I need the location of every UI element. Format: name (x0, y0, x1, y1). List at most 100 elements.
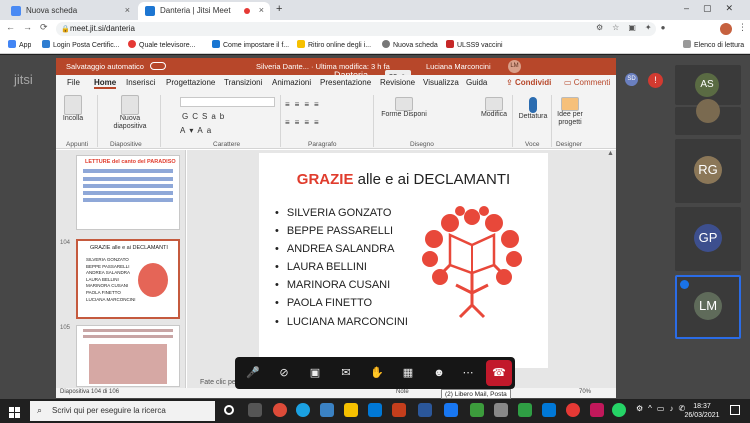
word-icon[interactable] (418, 403, 432, 417)
apps-grid-icon (8, 40, 16, 48)
chrome-taskbar-icon[interactable] (273, 403, 287, 417)
font-format-buttons[interactable]: GCSab (182, 112, 228, 121)
bookmark-item[interactable]: Come impostare il f... (212, 40, 292, 49)
windows-logo-icon (9, 407, 20, 418)
slide-thumbnail[interactable] (76, 325, 180, 387)
reading-list-button[interactable]: Elenco di lettura (683, 40, 749, 49)
close-tab-icon[interactable]: × (125, 5, 130, 15)
close-tab-icon[interactable]: × (259, 5, 264, 15)
facebook-icon[interactable] (444, 403, 458, 417)
chrome-menu-icon[interactable]: ⋮ (738, 22, 747, 33)
slide-list-item: PAOLA FINETTO (275, 297, 372, 309)
tab-inserisci[interactable]: Inserisci (126, 78, 155, 87)
microphone-button[interactable]: 🎤 (240, 360, 266, 386)
heart-icon (128, 40, 136, 48)
powerpoint-icon[interactable] (392, 403, 406, 417)
bookmark-item[interactable]: ULSS9 vaccini (446, 40, 506, 49)
more-options-button[interactable]: ⋯ (455, 360, 481, 386)
bookmark-item[interactable]: Ritiro online degli i... (297, 40, 377, 49)
scroll-up-icon[interactable]: ▲ (607, 150, 614, 157)
slide-counter: Diapositiva 104 di 106 (60, 389, 120, 395)
mail-icon[interactable] (368, 403, 382, 417)
folder-icon[interactable] (344, 403, 358, 417)
profile-avatar[interactable] (720, 23, 732, 35)
comments-button[interactable]: ▭ Commenti (564, 78, 610, 87)
ppt-user-avatar: LM (508, 60, 521, 73)
search-icon (485, 97, 503, 111)
paragraph-buttons[interactable]: ≡≡≡≡ (285, 100, 324, 109)
participant-tile[interactable]: RG (675, 139, 741, 203)
slide-thumbnail-selected[interactable]: GRAZIE alle e ai DECLAMANTI SILVERIA GON… (76, 239, 180, 319)
font-color-buttons[interactable]: A▾Aa (180, 126, 215, 135)
app-icon[interactable] (590, 403, 604, 417)
raise-hand-button[interactable]: ✋ (364, 360, 390, 386)
ribbon-divider (373, 95, 374, 147)
dictate-button[interactable]: Dettatura (515, 97, 551, 120)
bookmark-item[interactable]: Login Posta Certific... (42, 40, 122, 49)
ppt-status-bar: Diapositiva 104 di 106 Note 70% (56, 388, 616, 398)
text-placeholder (83, 335, 173, 338)
share-button[interactable]: ⇪ Condividi (506, 78, 551, 87)
edge-icon[interactable] (296, 403, 310, 417)
screen-share-button[interactable]: ▣ (302, 360, 328, 386)
tab-jitsi[interactable]: Danteria | Jitsi Meet × (138, 2, 270, 20)
app-icon[interactable] (470, 403, 484, 417)
task-view-icon[interactable] (248, 403, 262, 417)
slide-thumbnail[interactable]: LETTURE del canto del PARADISO (76, 155, 180, 230)
nav-buttons[interactable]: ←→⟳ (6, 22, 56, 33)
shapes-button[interactable]: Forme Disponi (378, 97, 430, 118)
app-icon[interactable] (566, 403, 580, 417)
cortana-icon[interactable] (224, 405, 234, 415)
camera-off-button[interactable]: ⊘ (271, 360, 297, 386)
tab-new-tab[interactable]: Nuova scheda × (4, 2, 136, 20)
tab-guida[interactable]: Guida (466, 78, 487, 87)
extension-icons[interactable]: ⚙☆▣✦● (596, 23, 674, 32)
bookmark-apps[interactable]: App (8, 40, 31, 49)
text-placeholder (83, 177, 173, 181)
url-field[interactable]: 🔒 meet.jit.si/danteria (56, 22, 656, 36)
taskbar-search[interactable]: ⌕ Scrivi qui per eseguire la ricerca (30, 401, 215, 421)
recording-dot-icon (244, 8, 250, 14)
participants-button[interactable]: ☻ (426, 360, 452, 386)
window-controls[interactable]: –▢✕ (684, 3, 747, 14)
notes-placeholder[interactable]: Fate clic per (200, 379, 238, 386)
tab-revisione[interactable]: Revisione (380, 78, 415, 87)
autosave-toggle[interactable] (150, 62, 166, 70)
app-icon[interactable] (518, 403, 532, 417)
zoom-level[interactable]: 70% (579, 389, 591, 395)
notes-button[interactable]: Note (396, 389, 409, 395)
tab-visualizza[interactable]: Visualizza (423, 78, 459, 87)
warning-icon[interactable]: ! (648, 73, 663, 88)
design-ideas-button[interactable]: Idee per progetti (553, 97, 587, 127)
windows-start-icon[interactable] (9, 405, 20, 418)
tab-progettazione[interactable]: Progettazione (166, 78, 215, 87)
align-buttons[interactable]: ≡≡≡≡ (285, 118, 324, 127)
new-slide-button[interactable]: Nuova diapositiva (110, 95, 150, 131)
participant-tile[interactable]: GP (675, 207, 741, 271)
participant-tile[interactable] (675, 99, 741, 135)
tree-book-illustration (422, 206, 522, 319)
tab-home[interactable]: Home (94, 78, 117, 89)
chat-button[interactable]: ✉ (333, 360, 359, 386)
font-name-box[interactable] (180, 97, 275, 107)
group-label: Voce (525, 141, 540, 148)
store-icon[interactable] (320, 403, 334, 417)
participant-tile-speaking[interactable]: LM (675, 275, 741, 339)
hangup-button[interactable]: ☎ (486, 360, 512, 386)
taskbar-clock[interactable]: 18:37 26/03/2021 (682, 402, 722, 420)
whatsapp-icon[interactable] (612, 403, 626, 417)
app-icon[interactable] (494, 403, 508, 417)
tab-animazioni[interactable]: Animazioni (272, 78, 311, 87)
app-icon[interactable] (542, 403, 556, 417)
tab-transizioni[interactable]: Transizioni (224, 78, 262, 87)
notification-icon[interactable] (730, 405, 740, 415)
bookmark-item[interactable]: Quale televisore... (128, 40, 206, 49)
slide-list-item: BEPPE PASSARELLI (275, 225, 393, 237)
tile-view-button[interactable]: ▦ (395, 360, 421, 386)
new-tab-button[interactable]: + (276, 3, 282, 15)
tab-file[interactable]: File (67, 78, 80, 87)
bookmark-item[interactable]: Nuova scheda (382, 40, 442, 49)
edit-button[interactable]: Modifica (478, 97, 510, 118)
paste-button[interactable]: Incolla (62, 95, 84, 122)
tab-presentazione[interactable]: Presentazione (320, 78, 371, 87)
